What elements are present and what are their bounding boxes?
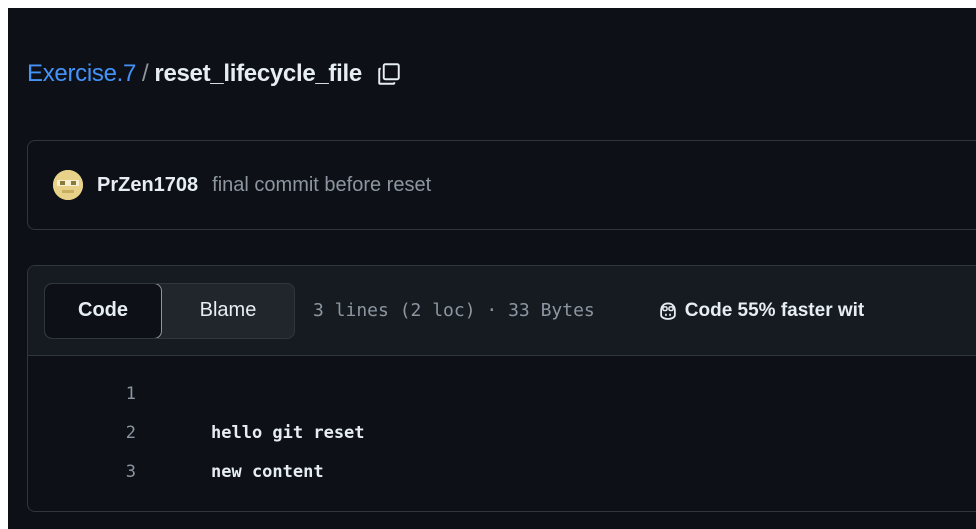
copilot-promo[interactable]: Code 55% faster wit xyxy=(657,299,865,322)
line-content: new content xyxy=(211,461,324,482)
file-header: Code Blame 3 lines (2 loc) · 33 Bytes Co… xyxy=(28,266,976,356)
copilot-icon xyxy=(657,300,679,322)
latest-commit-box: PrZen1708 final commit before reset xyxy=(27,140,976,230)
line-number[interactable]: 1 xyxy=(28,384,136,404)
code-line: 3 new content xyxy=(28,452,976,491)
avatar[interactable] xyxy=(53,170,83,200)
file-info: 3 lines (2 loc) · 33 Bytes xyxy=(313,300,595,321)
breadcrumb-repo-link[interactable]: Exercise.7 xyxy=(27,60,136,88)
view-toggle: Code Blame xyxy=(44,282,295,339)
avatar-image xyxy=(53,170,83,200)
tab-code[interactable]: Code xyxy=(45,283,162,338)
commit-author[interactable]: PrZen1708 xyxy=(97,174,198,197)
code-line: 1 xyxy=(28,374,976,413)
app-window: Exercise.7 / reset_lifecycle_file PrZen1… xyxy=(8,8,976,529)
commit-message[interactable]: final commit before reset xyxy=(212,174,431,197)
line-number[interactable]: 3 xyxy=(28,462,136,482)
copy-path-button[interactable] xyxy=(376,61,402,87)
breadcrumb-separator: / xyxy=(142,60,149,87)
line-content: hello git reset xyxy=(211,422,365,443)
file-viewer: Code Blame 3 lines (2 loc) · 33 Bytes Co… xyxy=(27,265,976,512)
tab-blame[interactable]: Blame xyxy=(162,284,294,338)
breadcrumb-file-name: reset_lifecycle_file xyxy=(154,60,362,87)
copy-icon xyxy=(378,63,400,85)
code-area: 1 2 hello git reset 3 new content xyxy=(28,356,976,491)
breadcrumb: Exercise.7 / reset_lifecycle_file xyxy=(27,56,402,92)
line-number[interactable]: 2 xyxy=(28,423,136,443)
copilot-promo-text: Code 55% faster wit xyxy=(684,299,865,321)
code-line: 2 hello git reset xyxy=(28,413,976,452)
